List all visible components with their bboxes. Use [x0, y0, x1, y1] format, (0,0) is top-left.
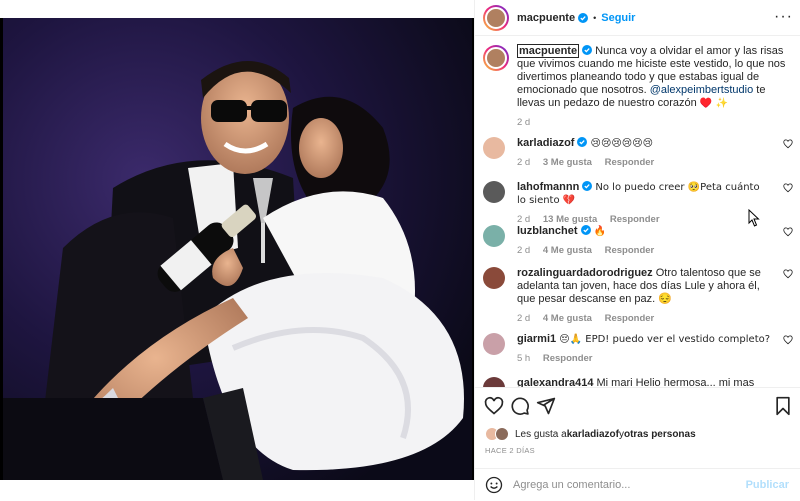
- comment-body: giarmi1 😔🙏 EPD! puedo ver el vestido com…: [517, 333, 771, 365]
- share-icon[interactable]: [536, 396, 556, 416]
- caption-avatar[interactable]: [483, 45, 509, 71]
- caption-body: macpuente Nunca voy a olvidar el amor y …: [517, 44, 787, 129]
- post-header: macpuente • Seguir ···: [475, 0, 800, 36]
- comment-likes[interactable]: 13 Me gusta: [543, 214, 597, 225]
- add-comment-bar: Publicar: [475, 468, 800, 501]
- photo-illustration: [3, 18, 472, 480]
- publish-button[interactable]: Publicar: [746, 479, 789, 491]
- comment-time: 2 d: [517, 157, 531, 168]
- comment-likes[interactable]: 3 Me gusta: [543, 157, 592, 168]
- heart-icon[interactable]: [484, 396, 504, 416]
- comment-text: 🔥: [593, 226, 607, 237]
- comment-username[interactable]: luzblanchet: [517, 225, 578, 237]
- mouse-cursor-icon: [748, 209, 760, 227]
- comment-time: 2 d: [517, 313, 531, 324]
- comment-username[interactable]: giarmi1: [517, 333, 556, 345]
- caption-time: 2 d: [517, 117, 531, 128]
- comment-username[interactable]: rozalinguardadorodriguez: [517, 267, 653, 279]
- comment-time: 5 h: [517, 353, 531, 364]
- post-photo: [3, 18, 472, 480]
- comment-item: luzblanchet 🔥 2 d 4 Me gusta Responder: [483, 225, 793, 261]
- comment-avatar[interactable]: [483, 377, 505, 387]
- comment-body: galexandra414 Mi mari Helio hermosa... m…: [517, 377, 771, 387]
- likes-others[interactable]: otras personas: [624, 429, 696, 440]
- smile-icon[interactable]: [485, 476, 503, 494]
- verified-icon: [582, 45, 593, 55]
- author-avatar[interactable]: [483, 4, 509, 31]
- reply-button[interactable]: Responder: [610, 214, 660, 225]
- comment-avatar[interactable]: [483, 225, 505, 247]
- post-media[interactable]: [0, 18, 474, 500]
- reply-button[interactable]: Responder: [605, 157, 655, 168]
- comment-avatar[interactable]: [483, 181, 505, 203]
- comment-item: karladiazof 😢😢😢😢😢😢 2 d 3 Me gusta Respon…: [483, 137, 793, 173]
- comment-item: lahofmannn No lo puedo creer 🥺Peta cuánt…: [483, 181, 793, 225]
- reply-button[interactable]: Responder: [543, 353, 593, 364]
- caption-username[interactable]: macpuente: [517, 44, 580, 58]
- post-side-panel: macpuente • Seguir ··· macpuente Nunca v…: [474, 0, 800, 500]
- verified-icon: [580, 225, 591, 235]
- comment-item: galexandra414 Mi mari Helio hermosa... m…: [483, 377, 793, 387]
- post-actions: Les gusta a karladiazof y otras personas…: [475, 387, 800, 500]
- comment-time: 2 d: [517, 214, 531, 225]
- comment-item: rozalinguardadorodriguez Otro talentoso …: [483, 267, 793, 329]
- comment-like-icon[interactable]: [783, 227, 793, 237]
- caption-meta: 2 d: [517, 116, 787, 129]
- comment-like-icon[interactable]: [783, 183, 793, 193]
- comment-text: 😔🙏 EPD! puedo ver el vestido completo?: [559, 334, 771, 345]
- follow-button[interactable]: Seguir: [601, 12, 635, 24]
- comment-username[interactable]: galexandra414: [517, 377, 593, 387]
- caption-mention-link[interactable]: @alexpeimbertstudio: [650, 84, 754, 96]
- comment-meta: 5 h Responder: [517, 352, 771, 365]
- comment-time: 2 d: [517, 245, 531, 256]
- comment-likes[interactable]: 4 Me gusta: [543, 245, 592, 256]
- comment-avatar[interactable]: [483, 267, 505, 289]
- comment-like-icon[interactable]: [783, 269, 793, 279]
- verified-icon: [582, 181, 593, 191]
- comment-username[interactable]: karladiazof: [517, 137, 574, 149]
- caption-emoji: ♥️ ✨: [699, 98, 728, 109]
- comment-likes[interactable]: 4 Me gusta: [543, 313, 592, 324]
- comment-meta: 2 d 4 Me gusta Responder: [517, 244, 771, 257]
- comment-like-icon[interactable]: [783, 139, 793, 149]
- more-icon[interactable]: ···: [774, 9, 793, 25]
- comment-item: giarmi1 😔🙏 EPD! puedo ver el vestido com…: [483, 333, 793, 369]
- verified-icon: [578, 12, 589, 23]
- comment-icon[interactable]: [510, 396, 530, 416]
- likes-prefix: Les gusta a: [515, 428, 567, 440]
- author-username[interactable]: macpuente: [517, 12, 575, 24]
- post-time-ago: HACE 2 DÍAS: [485, 446, 535, 455]
- likes-user[interactable]: karladiazof: [567, 429, 619, 440]
- reply-button[interactable]: Responder: [605, 313, 655, 324]
- comment-body: rozalinguardadorodriguez Otro talentoso …: [517, 267, 771, 325]
- comment-like-icon[interactable]: [783, 335, 793, 345]
- comment-text: 😢😢😢😢😢😢: [590, 138, 654, 149]
- comment-body: karladiazof 😢😢😢😢😢😢 2 d 3 Me gusta Respon…: [517, 137, 771, 169]
- photo-bottom-strip: [0, 480, 474, 500]
- verified-icon: [577, 137, 588, 147]
- likes-summary[interactable]: Les gusta a karladiazof y otras personas: [485, 427, 696, 441]
- separator-dot: •: [593, 12, 597, 23]
- liker-avatar: [495, 427, 509, 441]
- likers-avatars: [485, 427, 511, 441]
- comment-avatar[interactable]: [483, 137, 505, 159]
- comment-meta: 2 d 3 Me gusta Responder: [517, 156, 771, 169]
- comment-body: luzblanchet 🔥 2 d 4 Me gusta Responder: [517, 225, 771, 257]
- bookmark-icon[interactable]: [773, 396, 793, 416]
- comment-username[interactable]: lahofmannn: [517, 181, 579, 193]
- reply-button[interactable]: Responder: [605, 245, 655, 256]
- comment-input[interactable]: [513, 479, 743, 491]
- caption: macpuente Nunca voy a olvidar el amor y …: [483, 44, 793, 129]
- comment-avatar[interactable]: [483, 333, 505, 355]
- comment-meta: 2 d 4 Me gusta Responder: [517, 312, 771, 325]
- comment-body: lahofmannn No lo puedo creer 🥺Peta cuánt…: [517, 181, 771, 226]
